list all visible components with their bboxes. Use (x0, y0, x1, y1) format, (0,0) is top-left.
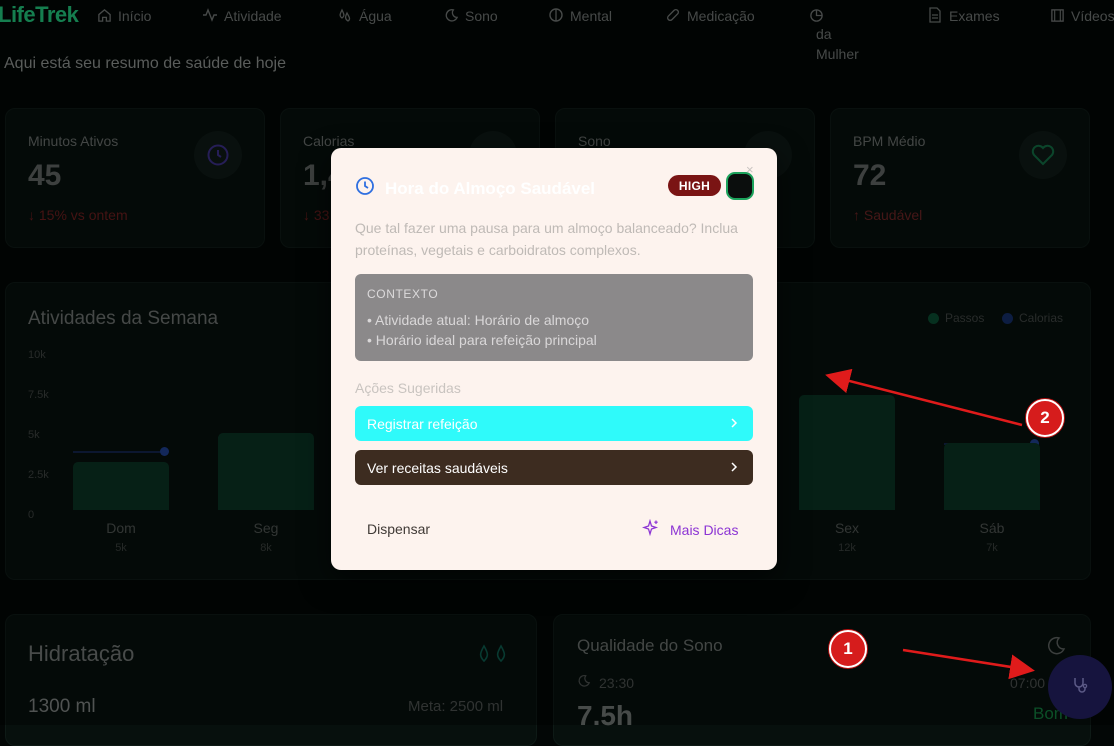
priority-badge: HIGH (668, 175, 721, 196)
modal-title-row: Hora do Almoço Saudável (355, 176, 595, 201)
chevron-right-icon (729, 460, 739, 476)
context-item: • Atividade atual: Horário de almoço (367, 312, 590, 328)
modal-description: Que tal fazer uma pausa para um almoço b… (355, 220, 738, 258)
annotation-marker-1: 1 (829, 630, 867, 668)
context-item: • Horário ideal para refeição principal (367, 332, 597, 348)
context-box: CONTEXTO • Atividade atual: Horário de a… (355, 274, 753, 361)
modal-title: Hora do Almoço Saudável (385, 178, 596, 198)
action-label: Ver receitas saudáveis (367, 459, 508, 476)
more-tips-label: Mais Dicas (670, 521, 739, 538)
annotation-marker-2: 2 (1026, 399, 1064, 437)
close-icon[interactable]: × (746, 162, 754, 177)
health-tip-modal: Hora do Almoço Saudável HIGH × Que tal f… (331, 148, 777, 570)
more-tips-button[interactable]: Mais Dicas (641, 518, 739, 540)
dismiss-button[interactable]: Dispensar (367, 521, 430, 537)
log-meal-button[interactable]: Registrar refeição (355, 406, 753, 441)
context-heading: CONTEXTO (367, 287, 439, 301)
chevron-right-icon (729, 416, 739, 432)
action-label: Registrar refeição (367, 415, 478, 432)
healthy-recipes-button[interactable]: Ver receitas saudáveis (355, 450, 753, 485)
clock-icon (355, 176, 375, 201)
suggested-actions-heading: Ações Sugeridas (355, 380, 461, 396)
sparkles-icon (641, 518, 660, 540)
